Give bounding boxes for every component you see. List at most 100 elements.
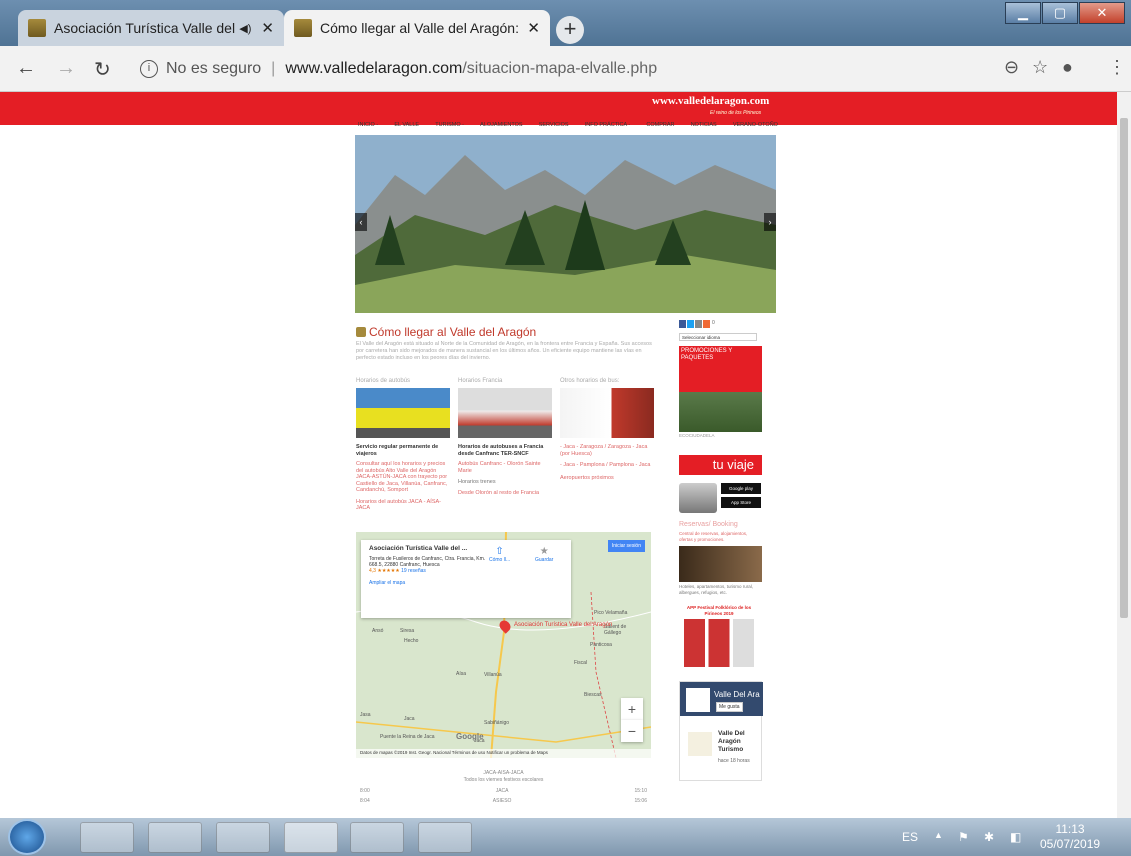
system-clock[interactable]: 11:13 05/07/2019 xyxy=(1040,822,1100,852)
oloron-france-link[interactable]: Desde Olorón al resto de Francia xyxy=(458,490,554,497)
tab-title: Asociación Turística Valle del xyxy=(54,20,236,36)
url-path: /situacion-mapa-elvalle.php xyxy=(462,60,658,77)
bus-schedule-link[interactable]: Consultar aquí los horarios y precios de… xyxy=(356,461,452,494)
media-taskbar-icon[interactable] xyxy=(216,822,270,853)
menu-dots-icon[interactable]: ⋮ xyxy=(1108,57,1126,78)
map-save-button[interactable]: ★ Guardar xyxy=(535,546,553,563)
hero-prev-icon[interactable]: ‹ xyxy=(355,213,367,231)
twitter-icon[interactable] xyxy=(687,320,694,328)
festival-title[interactable]: APP Festival Folklórico de los Pirineos … xyxy=(679,605,759,616)
france-column: Horarios Francia Horarios de autobuses a… xyxy=(458,378,554,502)
fb-post-author[interactable]: Valle Del Aragón Turismo xyxy=(718,730,761,754)
reservas-text[interactable]: Central de reservas, alojamientos, ofert… xyxy=(679,531,759,542)
reservas-heading[interactable]: Reservas/ Booking xyxy=(679,521,762,528)
security-label: No es seguro xyxy=(166,60,262,77)
start-button[interactable] xyxy=(8,819,46,855)
info-icon[interactable]: i xyxy=(140,60,158,78)
site-name[interactable]: www.valledelaragon.com xyxy=(652,95,769,107)
hotel-room-image[interactable] xyxy=(679,546,762,582)
zoom-out-button[interactable]: − xyxy=(621,720,643,742)
back-icon[interactable]: ← xyxy=(16,57,36,80)
new-tab-button[interactable]: + xyxy=(556,16,584,44)
star-icon: ★ xyxy=(539,546,549,557)
email-icon[interactable] xyxy=(695,320,702,328)
map-directions-button[interactable]: ⇧ Cómo ll... xyxy=(489,546,510,563)
trains-text[interactable]: Horarios trenes xyxy=(458,479,554,485)
bookmark-star-icon[interactable]: ☆ xyxy=(1032,57,1048,78)
close-tab-icon[interactable]: ✕ xyxy=(527,19,540,37)
menu-item-el-valle[interactable]: EL VALLE xyxy=(394,122,419,128)
google-play-badge[interactable]: Google play xyxy=(721,483,761,494)
embedded-map[interactable]: Ansó Siresa Hecho Aísa Villanúa Pico Vel… xyxy=(356,532,651,758)
column-bold-text: Servicio regular permanente de viajeros xyxy=(356,444,439,457)
volume-icon[interactable]: ◧ xyxy=(1010,830,1021,844)
cell: 8:00 xyxy=(360,788,370,794)
menu-item-servicios[interactable]: SERVICIOS xyxy=(539,122,569,128)
language-indicator[interactable]: ES xyxy=(902,830,918,844)
address-bar[interactable]: i No es seguro | www.valledelaragon.com … xyxy=(130,53,970,85)
map-footer[interactable]: Datos de mapas ©2019 Inst. Geogr. Nacion… xyxy=(356,749,651,758)
menu-item-comprar[interactable]: COMPRAR xyxy=(646,122,674,128)
site-slogan: El reino de los Pirineos xyxy=(710,110,762,116)
hero-next-icon[interactable]: › xyxy=(764,213,776,231)
bus-yellow-image[interactable] xyxy=(356,388,450,438)
profile-icon[interactable]: ● xyxy=(1062,57,1073,78)
map-reviews-link[interactable]: 19 reseñas xyxy=(401,568,426,574)
flag-icon[interactable]: ⚑ xyxy=(958,830,969,844)
share-plus-icon[interactable] xyxy=(703,320,710,328)
promo-banner[interactable]: PROMOCIONES Y PAQUETES xyxy=(679,346,762,432)
cell: ASIESO xyxy=(492,798,512,804)
app-store-badge[interactable]: App Store xyxy=(721,497,761,508)
column-heading: Otros horarios de bus: xyxy=(560,378,620,384)
canfranc-oloron-link[interactable]: Autobús Canfranc - Olorón Sainte Marie xyxy=(458,461,554,474)
page-title: Cómo llegar al Valle del Aragón xyxy=(356,325,536,339)
map-place-card: Asociación Turística Valle del ... Torre… xyxy=(361,540,571,618)
map-directions-label: Cómo ll... xyxy=(489,557,511,563)
scrollbar-thumb[interactable] xyxy=(1120,118,1128,618)
menu-item-noticias[interactable]: NOTICIAS xyxy=(691,122,717,128)
map-rating: 4,3 ★★★★★ xyxy=(369,568,400,574)
map-place: Puente la Reina de Jaca xyxy=(380,734,435,740)
close-tab-icon[interactable]: ✕ xyxy=(261,19,274,37)
jaca-zaragoza-link[interactable]: - Jaca - Zaragoza / Zaragoza - Jaca (por… xyxy=(560,444,656,457)
map-enlarge-link[interactable]: Ampliar el mapa xyxy=(369,580,563,586)
tray-expand-icon[interactable]: ▲ xyxy=(934,830,943,840)
maximize-icon[interactable]: ▢ xyxy=(1042,2,1078,24)
minimize-icon[interactable]: ▁ xyxy=(1005,2,1041,24)
alosa-bus-image[interactable] xyxy=(560,388,654,438)
menu-item-inicio[interactable]: INICIO - xyxy=(358,122,378,128)
forward-icon[interactable]: → xyxy=(56,57,76,80)
menu-item-verano-otono[interactable]: VERANO-OTOÑO xyxy=(733,122,778,128)
menu-item-turismo[interactable]: TURISMO - xyxy=(435,122,464,128)
tab-como-llegar[interactable]: Cómo llegar al Valle del Aragón: ✕ xyxy=(284,10,550,46)
bus-aisa-link[interactable]: Horarios del autobús JACA - AÍSA-JACA xyxy=(356,499,452,512)
airports-link[interactable]: Aeropuertos próximos xyxy=(560,475,656,482)
menu-item-alojamientos[interactable]: ALOJAMIENTOS xyxy=(480,122,522,128)
close-window-icon[interactable]: ✕ xyxy=(1079,2,1125,24)
zoom-in-button[interactable]: + xyxy=(621,698,643,720)
files-taskbar-icon[interactable] xyxy=(350,822,404,853)
reload-icon[interactable]: ↻ xyxy=(94,57,111,82)
word-taskbar-icon[interactable] xyxy=(418,822,472,853)
map-signin-button[interactable]: Iniciar sesión xyxy=(607,540,645,552)
cell: 15:06 xyxy=(634,798,647,804)
tu-viaje-banner[interactable]: tu viaje xyxy=(679,455,762,475)
fb-like-button[interactable]: Me gusta xyxy=(716,702,743,712)
festival-app-image[interactable] xyxy=(684,619,754,667)
chrome-taskbar-icon[interactable] xyxy=(284,822,338,853)
language-select[interactable]: Seleccionar idioma xyxy=(679,333,757,341)
menu-item-info-practica[interactable]: INFO PRÁCTICA - xyxy=(585,122,631,128)
jaca-pamplona-link[interactable]: - Jaca - Pamplona / Pamplona - Jaca xyxy=(560,462,656,469)
train-bus-image[interactable] xyxy=(458,388,552,438)
browser-tab-bar: Asociación Turística Valle del ◀) ✕ Cómo… xyxy=(0,0,1131,46)
fb-post-time: hace 18 horas xyxy=(718,758,750,764)
page-scrollbar[interactable] xyxy=(1117,92,1131,818)
facebook-icon[interactable] xyxy=(679,320,686,328)
ie-taskbar-icon[interactable] xyxy=(80,822,134,853)
explorer-taskbar-icon[interactable] xyxy=(148,822,202,853)
audio-icon[interactable]: ◀) xyxy=(239,22,251,35)
tab-asociacion[interactable]: Asociación Turística Valle del ◀) ✕ xyxy=(18,10,284,46)
zoom-icon[interactable]: ⊖ xyxy=(1004,57,1019,78)
map-place: Hecho xyxy=(404,638,419,644)
network-icon[interactable]: ✱ xyxy=(984,830,994,844)
